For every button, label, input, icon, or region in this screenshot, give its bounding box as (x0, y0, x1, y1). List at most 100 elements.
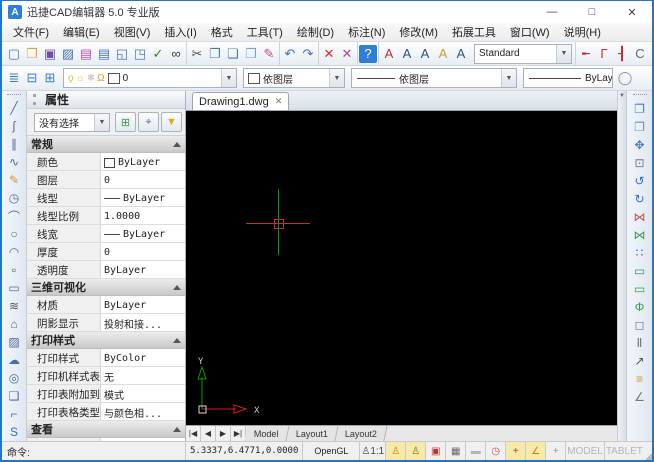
grid-toggle[interactable]: ▦ (446, 442, 466, 460)
model-toggle[interactable]: MODEL (566, 442, 605, 460)
toolbar-grip[interactable] (633, 94, 647, 98)
linetype-select[interactable]: 依图层 ▼ (351, 68, 517, 88)
polar-toggle[interactable]: ∠ (526, 442, 546, 460)
paste-special-icon[interactable]: ❐ (242, 45, 260, 63)
mirror-icon[interactable]: ⋈ (630, 208, 649, 226)
property-value[interactable]: 0 (101, 243, 185, 260)
menu-item[interactable]: 视图(V) (107, 23, 158, 41)
undo-icon[interactable]: ↶ (281, 45, 299, 63)
mirror-green-icon[interactable]: ⋈ (630, 226, 649, 244)
arc-icon[interactable]: ⌒ (5, 207, 24, 225)
menu-item[interactable]: 插入(I) (157, 23, 203, 41)
revcloud-icon[interactable]: ☁ (5, 351, 24, 369)
color-select[interactable]: 依图层 ▼ (243, 68, 345, 88)
spline-icon[interactable]: ∫ (5, 117, 24, 135)
rectangle-icon[interactable]: ▭ (5, 279, 24, 297)
tablet-toggle[interactable]: TABLET (605, 442, 644, 460)
spell-check-icon[interactable]: ✓ (149, 45, 167, 63)
circle-tool-icon[interactable]: ◯ (616, 69, 634, 87)
circle-icon[interactable]: ◷ (5, 189, 24, 207)
mtext-icon[interactable]: A (416, 45, 434, 63)
delete-icon[interactable]: ✕ (320, 45, 338, 63)
spring-icon[interactable]: ≋ (5, 297, 24, 315)
line-icon[interactable]: ╱ (5, 99, 24, 117)
close-icon[interactable]: ✕ (275, 96, 283, 107)
snap-toggle[interactable]: ▬ (466, 442, 486, 460)
resize-grip[interactable] (644, 442, 652, 460)
single-text-icon[interactable]: A (398, 45, 416, 63)
hatch-icon[interactable]: ≡ (630, 370, 649, 388)
toolbar-grip[interactable] (7, 94, 21, 97)
section-header[interactable]: 查看 (27, 421, 185, 438)
property-value[interactable]: 投射和接... (101, 314, 185, 331)
menu-item[interactable]: 编辑(E) (56, 23, 107, 41)
donut-icon[interactable]: ◎ (5, 369, 24, 387)
save-icon[interactable]: ▣ (41, 45, 59, 63)
record-toggle[interactable]: ▣ (426, 442, 446, 460)
maximize-button[interactable]: □ (572, 1, 612, 23)
ortho-toggle[interactable]: ◷ (486, 442, 506, 460)
section-header[interactable]: 三维可视化 (27, 279, 185, 296)
polyline-icon[interactable]: ∿ (5, 153, 24, 171)
property-value[interactable]: ByLayer (101, 189, 185, 206)
menu-item[interactable]: 绘制(D) (290, 23, 341, 41)
dim-angular-icon[interactable]: Γ (595, 45, 613, 63)
chamfer-icon[interactable]: ∠ (630, 388, 649, 406)
layer-properties-icon[interactable]: ≣ (5, 69, 23, 87)
menu-item[interactable]: 拓展工具 (445, 23, 503, 41)
sketch-icon[interactable]: ✎ (5, 171, 24, 189)
menu-item[interactable]: 标注(N) (341, 23, 392, 41)
collapse-icon[interactable] (173, 142, 181, 147)
property-value[interactable]: 0 (101, 171, 185, 188)
collapse-icon[interactable] (173, 427, 181, 432)
section-header[interactable]: 打印样式 (27, 332, 185, 349)
fillet-icon[interactable]: ⌐ (5, 405, 24, 423)
property-value[interactable]: 与颜色相... (101, 403, 185, 420)
new-file-icon[interactable]: ▢ (5, 45, 23, 63)
sheet-tab[interactable]: Layout2 (335, 426, 387, 441)
selection-filter-select[interactable]: 没有选择 ▼ (34, 113, 110, 132)
minimize-button[interactable]: — (532, 1, 572, 23)
erase-icon[interactable]: ✕ (338, 45, 356, 63)
menu-item[interactable]: 文件(F) (6, 23, 56, 41)
quick-select-button[interactable]: ▼ (161, 112, 182, 132)
duplicate-icon[interactable]: ❐ (630, 118, 649, 136)
dim-vertical-icon[interactable]: ┨ (613, 45, 631, 63)
collapse-icon[interactable] (173, 338, 181, 343)
sheet-tab[interactable]: Model (244, 426, 289, 441)
print-icon[interactable]: ▤ (95, 45, 113, 63)
menu-item[interactable]: 窗口(W) (503, 23, 557, 41)
cut-icon[interactable]: ✂ (188, 45, 206, 63)
menu-item[interactable]: 修改(M) (392, 23, 445, 41)
box-icon[interactable]: ◻ (630, 316, 649, 334)
sheet-tab[interactable]: Layout1 (286, 426, 338, 441)
property-value[interactable]: ByColor (101, 349, 185, 366)
close-button[interactable]: ✕ (612, 1, 652, 23)
select-box-icon[interactable]: ⊡ (630, 154, 649, 172)
property-value[interactable]: ByLayer (101, 225, 185, 242)
paste-icon[interactable]: ❏ (224, 45, 242, 63)
collapse-icon[interactable] (173, 285, 181, 290)
regen-icon[interactable]: S (5, 423, 24, 441)
canvas-scrollbar[interactable]: ▼ (617, 91, 626, 441)
polygon-icon[interactable]: ⌂ (5, 315, 24, 333)
array-icon[interactable]: ∷ (630, 244, 649, 262)
text-style-select[interactable]: Standard ▼ (474, 44, 572, 64)
dim-linear-icon[interactable]: ╾ (577, 45, 595, 63)
pick-add-button[interactable]: ⊞ (115, 112, 136, 132)
rotate-cw-icon[interactable]: ↻ (630, 190, 649, 208)
property-value[interactable]: ByLayer (101, 261, 185, 278)
menu-item[interactable]: 工具(T) (240, 23, 290, 41)
scroll-arrow-icon[interactable]: ▼ (619, 93, 625, 99)
leader-icon[interactable]: ↗ (630, 352, 649, 370)
layer-translate-icon[interactable]: ⊞ (41, 69, 59, 87)
annotation-visibility-toggle[interactable]: ♙ (386, 442, 406, 460)
text-style-icon[interactable]: A (380, 45, 398, 63)
redo-icon[interactable]: ↷ (299, 45, 317, 63)
osnap-toggle[interactable]: + (546, 442, 566, 460)
help-icon[interactable]: ? (359, 45, 377, 63)
crosshair-toggle[interactable]: + (506, 442, 526, 460)
document-tab[interactable]: Drawing1.dwg ✕ (192, 92, 289, 110)
property-value[interactable]: ByLayer (101, 296, 185, 313)
annotation-auto-toggle[interactable]: ♙ (406, 442, 426, 460)
